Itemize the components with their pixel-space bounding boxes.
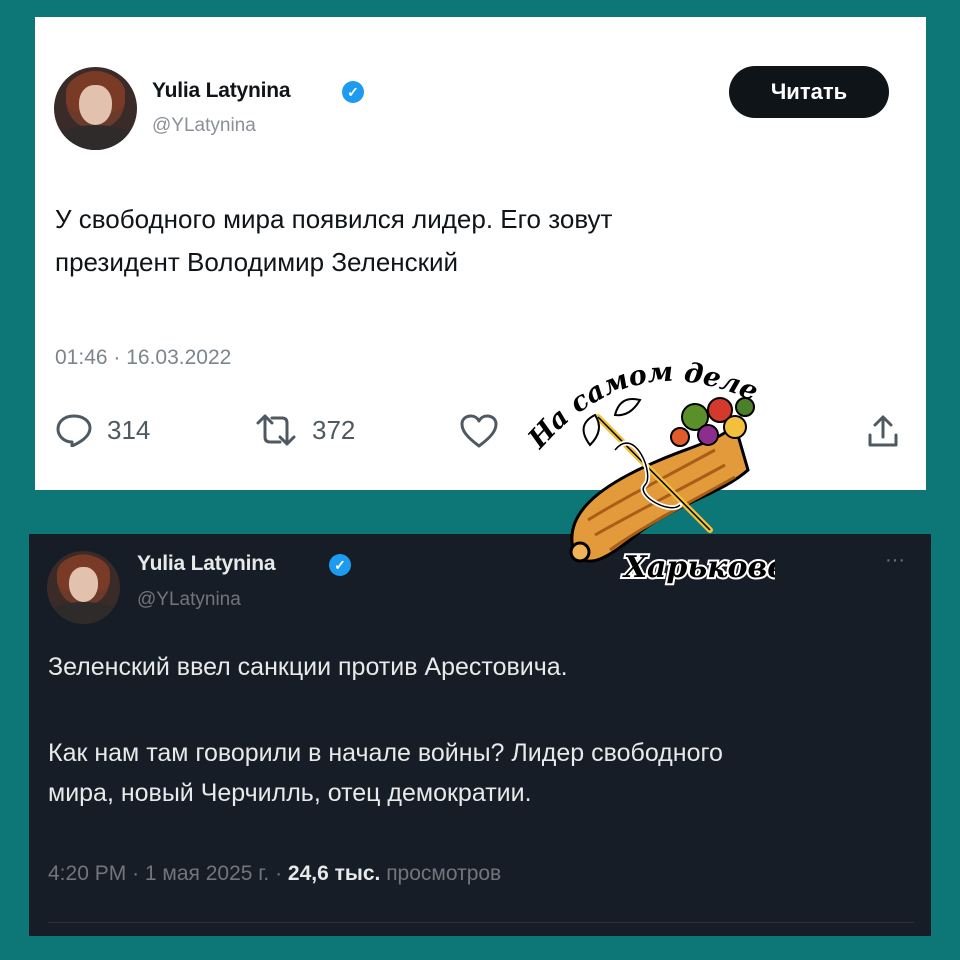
author-name[interactable]: Yulia Latynina xyxy=(152,79,291,103)
follow-button[interactable]: Читать xyxy=(729,66,889,118)
views-label: просмотров xyxy=(386,862,502,885)
more-options-icon[interactable]: ··· xyxy=(885,549,905,572)
avatar[interactable] xyxy=(54,67,137,150)
tweet-date[interactable]: 1 мая 2025 г. xyxy=(145,862,269,885)
retweet-count: 372 xyxy=(312,414,356,445)
tweet-timestamp[interactable]: 01:46 · 16.03.2022 xyxy=(55,346,231,370)
author-handle[interactable]: @YLatynina xyxy=(137,589,241,611)
share-icon xyxy=(868,415,898,447)
avatar[interactable] xyxy=(47,551,120,624)
heart-icon xyxy=(460,414,498,448)
tweet-text-line: У свободного мира появился лидер. Его зо… xyxy=(55,204,613,234)
reply-count: 314 xyxy=(107,414,151,445)
tweet-paragraph: Как нам там говорили в начале войны? Лид… xyxy=(48,733,908,813)
verified-badge-icon: ✓ xyxy=(342,81,364,103)
divider xyxy=(48,922,914,923)
tweet-time[interactable]: 4:20 PM xyxy=(48,862,126,885)
retweet-icon xyxy=(256,414,296,446)
author-handle[interactable]: @YLatynina xyxy=(152,115,256,137)
tweet-card-2025: Yulia Latynina ✓ @YLatynina ··· Зеленски… xyxy=(29,534,931,936)
cornucopia-logo: На самом деле в Харькове xyxy=(520,355,775,587)
tweet-text-line: президент Володимир Зеленский xyxy=(55,247,459,277)
share-action[interactable] xyxy=(865,413,901,449)
views-count: 24,6 тыс. xyxy=(287,862,381,885)
tweet-paragraph: Зеленский ввел санкции против Арестовича… xyxy=(48,653,568,681)
verified-badge-icon: ✓ xyxy=(329,554,351,576)
tweet-text-line: мира, новый Черчилль, отец демократии. xyxy=(48,779,532,807)
retweet-action[interactable]: 372 xyxy=(254,413,355,447)
reply-action[interactable]: 314 xyxy=(55,413,150,447)
tweet-text-line: Как нам там говорили в начале войны? Лид… xyxy=(48,739,723,767)
tweet-meta: 4:20 PM · 1 мая 2025 г. · 24,6 тыс. прос… xyxy=(48,862,502,885)
logo-bottom-text: Харькове xyxy=(622,550,775,585)
tweet-text: У свободного мира появился лидер. Его зо… xyxy=(55,198,835,284)
tweet-card-2022: Yulia Latynina ✓ @YLatynina Читать У сво… xyxy=(35,17,926,490)
reply-icon xyxy=(56,414,92,447)
like-action[interactable] xyxy=(459,413,499,449)
author-name[interactable]: Yulia Latynina xyxy=(137,552,276,576)
